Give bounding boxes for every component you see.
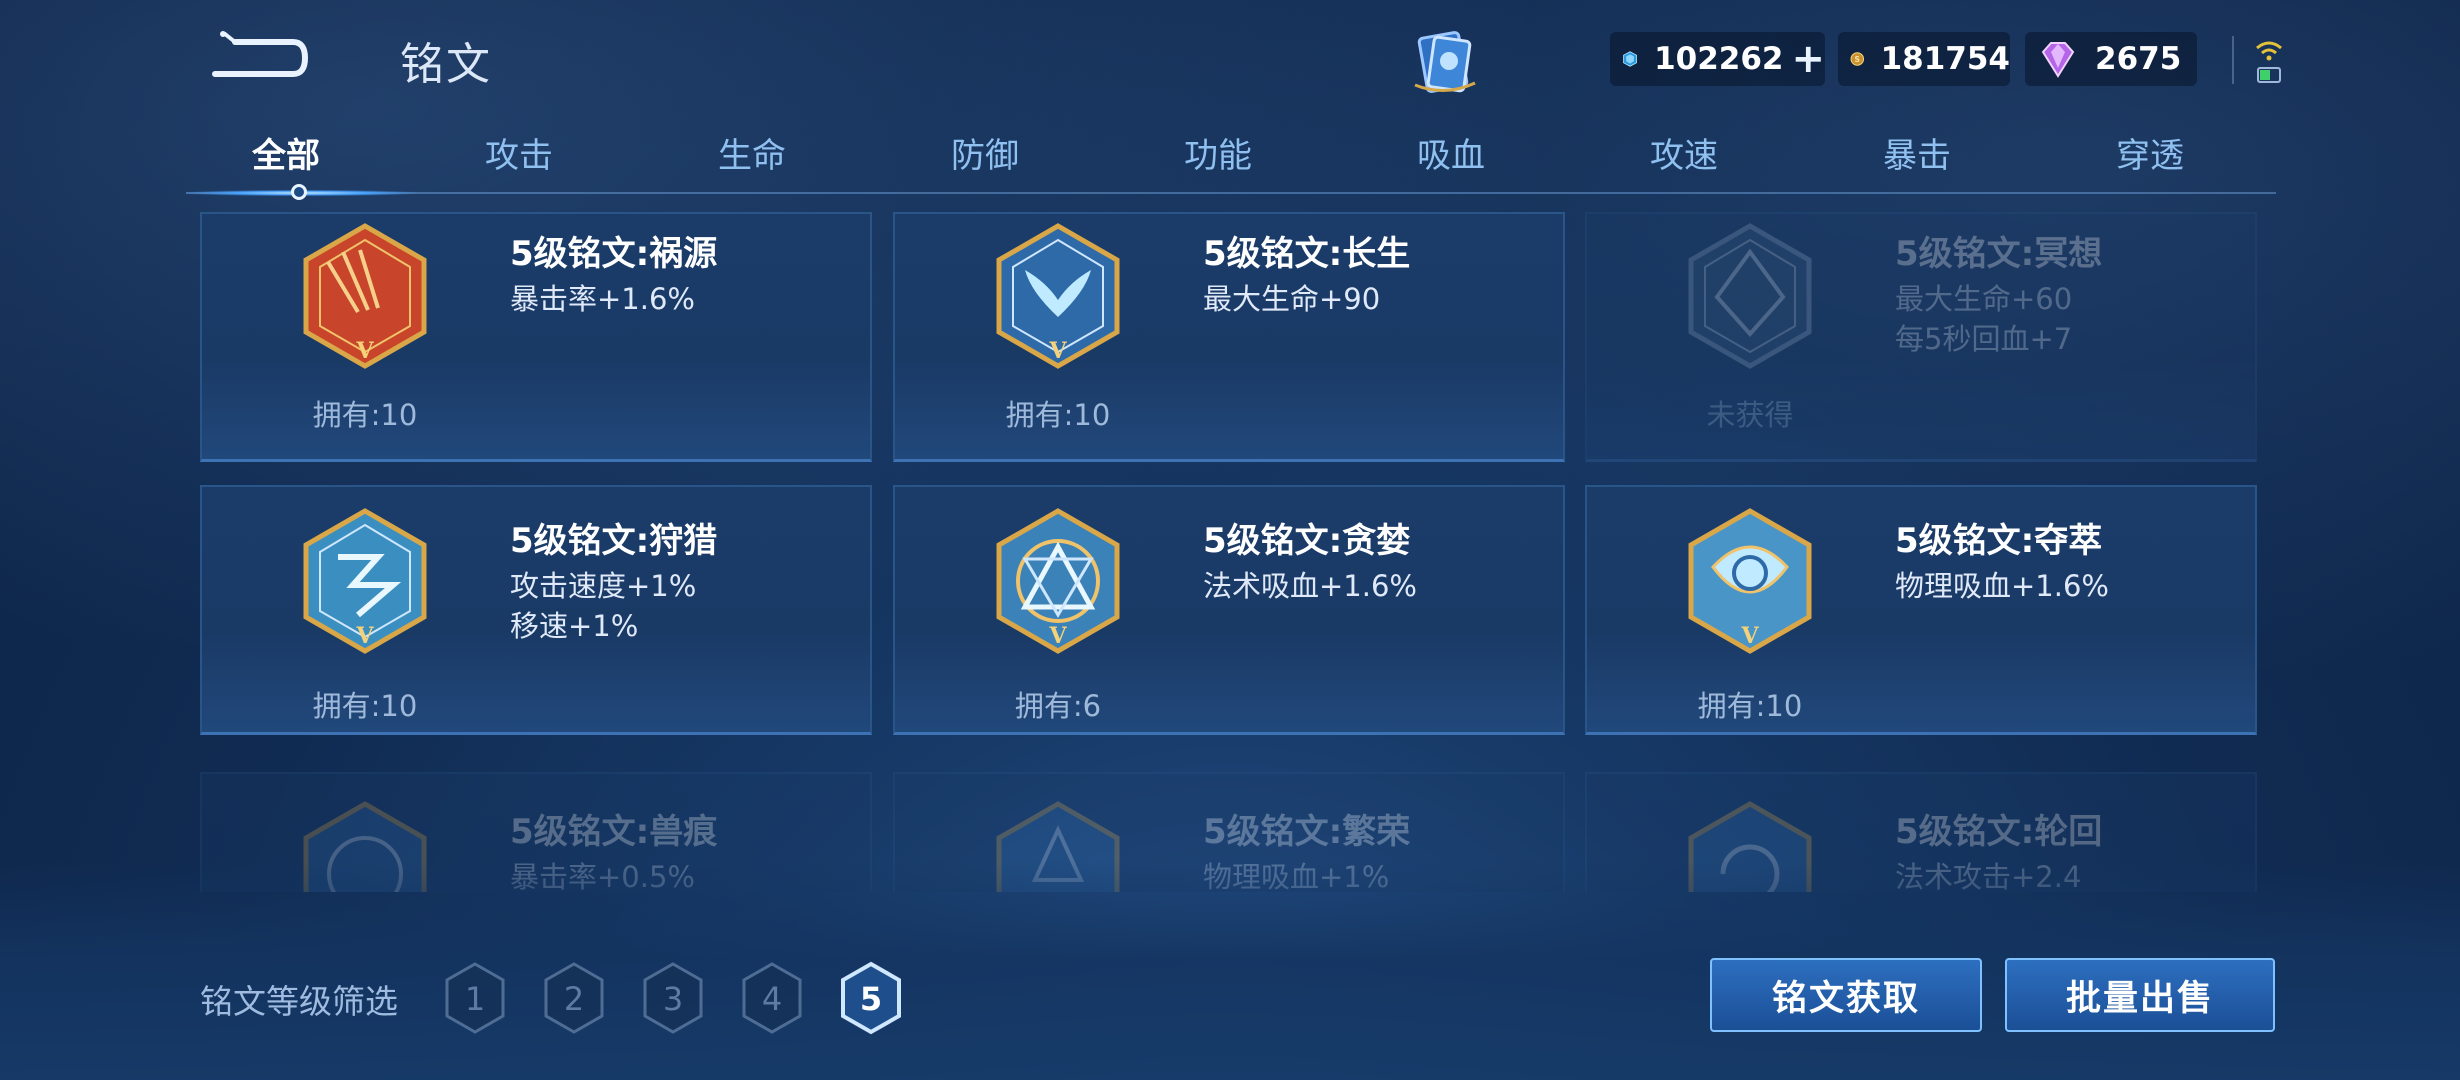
tab-divider (186, 192, 2276, 194)
tab-utility[interactable]: 功能 (1118, 128, 1318, 177)
rune-owned: 拥有:10 (312, 689, 418, 723)
gold-coin-icon: S (1850, 52, 1865, 66)
back-arrow-icon[interactable] (205, 30, 315, 88)
rune-stat: 法术吸血+1.6% (1203, 569, 1417, 603)
rune-stat: 暴击率+0.5% (510, 860, 695, 892)
beast-rune-icon (303, 801, 427, 892)
diamond-currency: 102262 + (1610, 32, 1825, 86)
rune-name: 5级铭文:狩猎 (510, 521, 718, 561)
level-5-label: 5 (860, 980, 882, 1018)
plunder-rune-icon: V (1688, 508, 1812, 654)
rune-stat: 暴击率+1.6% (510, 282, 695, 316)
rune-owned: 拥有:6 (1014, 689, 1102, 723)
rune-acquire-button[interactable]: 铭文获取 (1710, 958, 1982, 1032)
rune-owned: 拥有:10 (1005, 398, 1111, 432)
tab-penetration[interactable]: 穿透 (2050, 128, 2250, 177)
level-filter-1[interactable]: 1 (441, 960, 509, 1036)
level-2-label: 2 (564, 980, 584, 1018)
rune-card-tanlan[interactable]: V 5级铭文:贪婪 法术吸血+1.6% 拥有:6 (893, 485, 1565, 735)
svg-text:V: V (1048, 623, 1067, 649)
rune-stat: 最大生命+60 (1895, 282, 2073, 316)
crit-rune-icon: V (303, 223, 427, 369)
svg-text:V: V (355, 623, 374, 649)
level-filter-4[interactable]: 4 (738, 960, 806, 1036)
rune-owned: 拥有:10 (312, 398, 418, 432)
gem-count: 2675 (2095, 41, 2182, 77)
rune-name: 5级铭文:轮回 (1895, 812, 2103, 852)
level-filter-5[interactable]: 5 (837, 960, 905, 1036)
rune-name: 5级铭文:繁荣 (1203, 812, 1411, 852)
rune-stat: 每5秒回血+7 (1895, 322, 2073, 356)
svg-text:S: S (1855, 55, 1861, 64)
gem-currency: 2675 (2025, 32, 2197, 86)
rune-name: 5级铭文:夺萃 (1895, 521, 2103, 561)
tab-attack[interactable]: 攻击 (419, 128, 619, 177)
header-divider (2232, 36, 2234, 84)
level-filter-3[interactable]: 3 (639, 960, 707, 1036)
diamond-count: 102262 (1654, 41, 1784, 77)
gold-count: 181754 (1880, 41, 2010, 77)
rune-owned: 拥有:10 (1697, 689, 1803, 723)
rune-card-lunhui[interactable]: 5级铭文:轮回 法术攻击+2.4 (1585, 772, 2257, 892)
rune-stat: 物理吸血+1% (1203, 860, 1390, 892)
category-tabs: 全部 攻击 生命 防御 功能 吸血 攻速 暴击 穿透 (186, 128, 2276, 194)
rune-book-icon[interactable] (1405, 25, 1485, 105)
life-rune-icon: V (996, 223, 1120, 369)
active-tab-dot (291, 184, 307, 200)
rune-card-fanrong[interactable]: 5级铭文:繁荣 物理吸血+1% (893, 772, 1565, 892)
rune-card-shouhen[interactable]: 5级铭文:兽痕 暴击率+0.5% (200, 772, 872, 892)
rune-stat: 移速+1% (510, 609, 639, 643)
level-filter-2[interactable]: 2 (540, 960, 608, 1036)
rune-card-mingxiang[interactable]: 5级铭文:冥想 最大生命+60 每5秒回血+7 未获得 (1585, 212, 2257, 462)
bulk-sell-button[interactable]: 批量出售 (2005, 958, 2275, 1032)
meditation-rune-icon (1688, 223, 1812, 369)
rune-card-duocui[interactable]: V 5级铭文:夺萃 物理吸血+1.6% 拥有:10 (1585, 485, 2257, 735)
rune-card-changsheng[interactable]: V 5级铭文:长生 最大生命+90 拥有:10 (893, 212, 1565, 462)
level-filter-label: 铭文等级筛选 (200, 982, 398, 1021)
level-4-label: 4 (762, 980, 782, 1018)
gold-currency: S 181754 (1838, 32, 2010, 86)
rune-card-shoulie[interactable]: V 5级铭文:狩猎 攻击速度+1% 移速+1% 拥有:10 (200, 485, 872, 735)
rune-owned: 未获得 (1706, 398, 1794, 432)
svg-text:V: V (1048, 338, 1067, 364)
add-currency-button[interactable]: + (1791, 39, 1825, 79)
page-title: 铭文 (400, 39, 492, 90)
tab-lifesteal[interactable]: 吸血 (1351, 128, 1551, 177)
rune-name: 5级铭文:兽痕 (510, 812, 718, 852)
svg-text:V: V (1740, 623, 1759, 649)
rune-name: 5级铭文:冥想 (1895, 234, 2103, 274)
tab-all[interactable]: 全部 (186, 128, 386, 177)
rune-name: 5级铭文:贪婪 (1203, 521, 1411, 561)
rune-stat: 攻击速度+1% (510, 569, 697, 603)
tab-attack-speed[interactable]: 攻速 (1584, 128, 1784, 177)
diamond-icon (1623, 51, 1637, 67)
prosperity-rune-icon (996, 801, 1120, 892)
rune-card-huoyuan[interactable]: V 5级铭文:祸源 暴击率+1.6% 拥有:10 (200, 212, 872, 462)
tab-critical[interactable]: 暴击 (1817, 128, 2017, 177)
level-1-label: 1 (465, 980, 485, 1018)
wifi-battery-icon (2256, 41, 2282, 83)
svg-text:V: V (355, 338, 374, 364)
gem-icon (2041, 42, 2075, 78)
rune-name: 5级铭文:祸源 (510, 234, 718, 274)
tab-life[interactable]: 生命 (652, 128, 852, 177)
cycle-rune-icon (1688, 801, 1812, 892)
rune-stat: 物理吸血+1.6% (1895, 569, 2109, 603)
level-3-label: 3 (663, 980, 683, 1018)
rune-row-partial: 5级铭文:兽痕 暴击率+0.5% 5级铭文:繁荣 物理吸血+1% 5级铭文:轮回… (0, 772, 2460, 892)
tab-defense[interactable]: 防御 (885, 128, 1085, 177)
rune-stat: 法术攻击+2.4 (1895, 860, 2082, 892)
rune-stat: 最大生命+90 (1203, 282, 1381, 316)
rune-name: 5级铭文:长生 (1203, 234, 1411, 274)
greed-rune-icon: V (996, 508, 1120, 654)
hunt-rune-icon: V (303, 508, 427, 654)
